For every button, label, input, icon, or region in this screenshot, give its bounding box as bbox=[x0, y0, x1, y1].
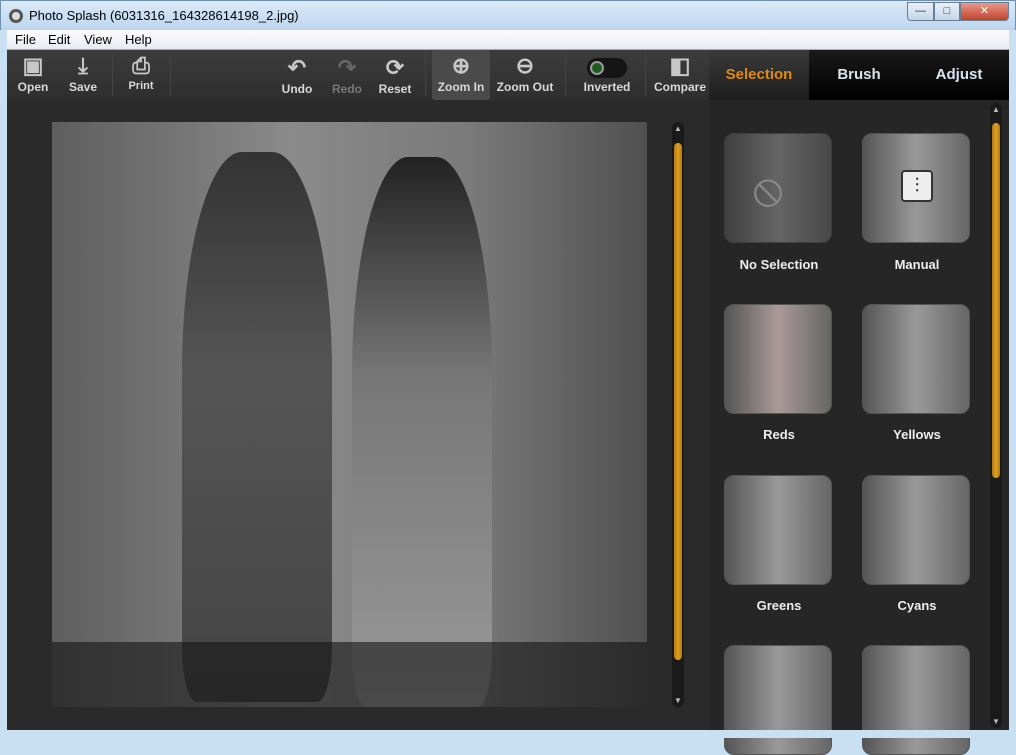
preset-manual[interactable]: ⫶ bbox=[862, 133, 970, 243]
figure bbox=[182, 152, 332, 702]
menu-view[interactable]: View bbox=[84, 32, 112, 47]
preset-greens[interactable] bbox=[724, 475, 832, 585]
compare-label: Compare bbox=[653, 80, 706, 94]
refresh-icon: ⟳ bbox=[385, 55, 405, 80]
image-icon: ▣ bbox=[22, 53, 44, 78]
sliders-icon: ⫶ bbox=[901, 170, 933, 202]
open-label: Open bbox=[17, 80, 49, 94]
printer-icon: ⎙ bbox=[132, 53, 150, 78]
tab-brush[interactable]: Brush bbox=[809, 50, 909, 100]
preset-item[interactable] bbox=[862, 645, 970, 755]
right-panel: Selection Brush Adjust ⦸ No Selection ⫶ … bbox=[709, 50, 1009, 755]
minimize-button[interactable]: — bbox=[907, 2, 934, 21]
divider bbox=[112, 54, 113, 96]
reset-button[interactable]: ⟳ Reset bbox=[373, 52, 417, 102]
window-title: Photo Splash (6031316_164328614198_2.jpg… bbox=[29, 8, 299, 23]
scroll-down-icon[interactable]: ▼ bbox=[990, 717, 1002, 726]
preset-label: No Selection bbox=[739, 257, 819, 272]
title-bar: Photo Splash (6031316_164328614198_2.jpg… bbox=[0, 0, 1016, 30]
tab-selection[interactable]: Selection bbox=[709, 50, 809, 100]
prohibited-icon: ⦸ bbox=[753, 163, 783, 215]
compare-button[interactable]: ◧ Compare bbox=[651, 50, 709, 100]
zoom-out-button[interactable]: ⊖ Zoom Out bbox=[493, 50, 557, 100]
figure bbox=[352, 157, 492, 707]
preset-label: Cyans bbox=[897, 598, 937, 613]
preset-item[interactable] bbox=[724, 645, 832, 755]
zoom-in-label: Zoom In bbox=[437, 80, 485, 94]
preset-label: Greens bbox=[756, 598, 802, 613]
photo[interactable] bbox=[52, 122, 647, 707]
undo-icon: ↶ bbox=[287, 55, 307, 80]
window-border bbox=[7, 730, 1009, 738]
reset-label: Reset bbox=[378, 82, 412, 96]
scroll-thumb[interactable] bbox=[992, 123, 1000, 478]
preset-label: Yellows bbox=[893, 427, 941, 442]
undo-button[interactable]: ↶ Undo bbox=[275, 52, 319, 102]
save-button[interactable]: ⤓ Save bbox=[61, 50, 105, 100]
print-button[interactable]: ⎙ Print bbox=[119, 50, 163, 100]
panel-scrollbar[interactable]: ▲ ▼ bbox=[990, 103, 1002, 728]
scroll-up-icon[interactable]: ▲ bbox=[672, 124, 684, 133]
divider bbox=[645, 54, 646, 96]
inverted-label: Inverted bbox=[583, 80, 631, 94]
preset-label: Reds bbox=[763, 427, 795, 442]
canvas-scrollbar[interactable]: ▲ ▼ bbox=[672, 122, 684, 707]
download-icon: ⤓ bbox=[78, 53, 88, 78]
scroll-up-icon[interactable]: ▲ bbox=[990, 105, 1002, 114]
close-button[interactable]: ✕ bbox=[960, 2, 1009, 21]
inverted-toggle[interactable]: Inverted bbox=[575, 50, 639, 100]
maximize-button[interactable]: □ bbox=[934, 2, 960, 21]
scroll-thumb[interactable] bbox=[674, 143, 682, 660]
preset-label: Manual bbox=[894, 257, 940, 272]
compare-icon: ◧ bbox=[669, 53, 691, 78]
save-label: Save bbox=[68, 80, 98, 94]
divider bbox=[170, 54, 171, 96]
redo-label: Redo bbox=[332, 82, 362, 96]
menu-help[interactable]: Help bbox=[125, 32, 152, 47]
preset-yellows[interactable] bbox=[862, 304, 970, 414]
redo-button[interactable]: ↷ Redo bbox=[325, 52, 369, 102]
zoom-out-icon: ⊖ bbox=[515, 53, 535, 78]
floor bbox=[52, 642, 647, 707]
app-icon bbox=[9, 9, 23, 23]
panel-tabs: Selection Brush Adjust bbox=[709, 50, 1009, 100]
print-label: Print bbox=[128, 80, 154, 92]
menu-bar: File Edit View Help bbox=[7, 30, 1009, 50]
menu-file[interactable]: File bbox=[15, 32, 36, 47]
toolbar: ▣ Open ⤓ Save ⎙ Print ↶ Undo ↷ Redo ⟳ Reset ⊕ Z… bbox=[7, 50, 709, 100]
tab-adjust[interactable]: Adjust bbox=[909, 50, 1009, 100]
menu-edit[interactable]: Edit bbox=[48, 32, 70, 47]
scroll-down-icon[interactable]: ▼ bbox=[672, 696, 684, 705]
preset-cyans[interactable] bbox=[862, 475, 970, 585]
zoom-in-button[interactable]: ⊕ Zoom In bbox=[432, 50, 490, 100]
preset-reds[interactable] bbox=[724, 304, 832, 414]
open-button[interactable]: ▣ Open bbox=[11, 50, 55, 100]
divider bbox=[425, 54, 426, 96]
zoom-in-icon: ⊕ bbox=[451, 53, 471, 78]
toggle-switch bbox=[575, 50, 639, 80]
zoom-out-label: Zoom Out bbox=[496, 80, 554, 94]
divider bbox=[565, 54, 566, 96]
redo-icon: ↷ bbox=[337, 55, 357, 80]
preset-no-selection[interactable]: ⦸ bbox=[724, 133, 832, 243]
undo-label: Undo bbox=[281, 82, 313, 96]
